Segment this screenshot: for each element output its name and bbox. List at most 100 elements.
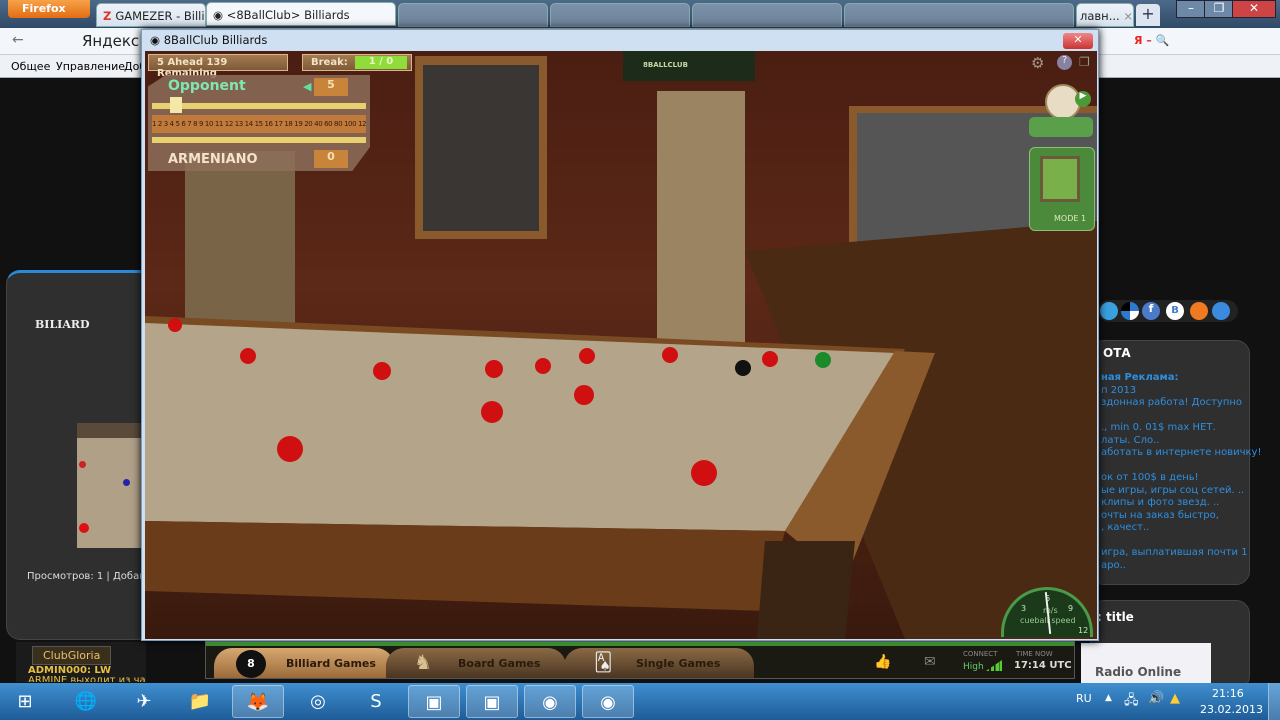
connect-value: High [963,662,984,672]
back-button[interactable]: ← [12,32,24,48]
show-desktop-button[interactable] [1268,683,1280,720]
social-icons: f B [1098,300,1238,322]
popup-close-button[interactable]: ✕ [1063,33,1093,49]
video-panel: BILIARD Просмотров: 1 | Добави [6,270,157,640]
chat-line: ARMINE выходит из чата [28,675,146,682]
taskbar-billiards-icon[interactable]: ◉ [524,685,576,718]
settings-gear-icon[interactable]: ⚙ [1031,54,1044,72]
bookmark-item[interactable]: Управление [56,60,125,73]
score-slider-handle[interactable] [170,97,182,113]
table-felt [145,323,895,531]
mail-icon[interactable]: ✉ [924,654,936,670]
tab-background[interactable] [398,3,548,27]
tab-main[interactable]: лавн... × [1076,3,1134,27]
tab-8ballclub[interactable]: ◉ <8BallClub> Billiards [206,2,396,26]
chat-tab[interactable]: ClubGloria [32,646,112,665]
tab-background[interactable] [692,3,842,27]
billiard-icon: ◉ [150,33,164,47]
eight-ball-icon: 8 [236,650,266,678]
taskbar-app-icon[interactable]: ▣ [408,685,460,718]
show-hidden-icons[interactable]: ▲ [1105,693,1112,703]
radio-widget[interactable]: Radio Online [1081,643,1211,685]
ad-line[interactable]: , качест.. [1101,522,1261,535]
ad-line[interactable]: игра, выплатившая почти 1 [1101,547,1261,560]
windows-taskbar: ⊞ 🌐 ✈ 📁 🦊 ◎ S ▣ ▣ ◉ ◉ RU ▲ 🖧 🔊 ▲ 21:16 2… [0,683,1280,720]
ad-line[interactable]: ., min 0. 01$ max НЕТ. [1101,422,1261,435]
tab-gamezer[interactable]: Z GAMEZER - Billia [96,3,206,27]
clock-date[interactable]: 23.02.2013 [1200,703,1263,716]
ad-line[interactable]: латы. Сло.. [1101,435,1261,448]
arrow-left-icon: ◀ [303,80,312,93]
ad-line[interactable]: аро.. [1101,560,1261,573]
windows-icon[interactable]: ❐ [1079,55,1090,69]
ad-line[interactable]: очты на заказ быстро, [1101,510,1261,523]
taskbar-folder-icon[interactable]: 📁 [174,685,226,718]
game-bottom-bar: 8 Billiard Games ♞ Board Games 🂡 Single … [205,641,1075,679]
score-slider-top [152,103,366,109]
google-drive-icon[interactable]: ▲ [1170,691,1180,706]
taskbar-globe-icon[interactable]: 🌐 [60,685,112,718]
green-ball [815,352,831,368]
taskbar-app-icon[interactable]: ✈ [118,685,170,718]
ad-line [1101,410,1261,423]
tab-background[interactable] [550,3,690,27]
tab-background[interactable] [844,3,1074,27]
bookmark-item[interactable]: Общее [11,60,50,73]
table-mode-panel[interactable]: MODE 1 [1029,147,1095,231]
tab-label: GAMEZER - Billia [115,9,206,23]
view-toggle[interactable] [1029,117,1093,137]
vkontakte-icon[interactable]: B [1166,302,1184,320]
break-indicator: Break: 1 / 0 [302,54,412,71]
taskbar-skype-icon[interactable]: S [350,685,402,718]
ad-line[interactable]: клипы и фото звезд. .. [1101,497,1261,510]
gauge-unit: m/s [1043,606,1058,615]
taskbar-billiards-icon[interactable]: ◉ [582,685,634,718]
twitter-icon[interactable] [1100,302,1118,320]
facebook-icon[interactable]: f [1142,302,1160,320]
break-label: Break: [311,57,348,68]
gauge-tick: 3 [1021,604,1027,613]
ad-line[interactable]: аботать в интернете новичку! [1101,447,1261,460]
score-scale: 1 2 3 4 5 6 7 8 9 10 11 12 13 14 15 16 1… [152,115,366,133]
ad-panel: ОТА ная Реклама: п 2013 здонная работа! … [1090,340,1261,585]
stone-pillar-center [657,91,745,361]
restore-button[interactable]: ❐ [1204,0,1234,18]
ad-line[interactable]: ок от 100$ в день! [1101,472,1261,485]
new-tab-button[interactable]: + [1136,4,1160,26]
tab-single-games[interactable]: 🂡 Single Games [564,648,754,678]
minimize-button[interactable]: – [1176,0,1206,18]
tab-billiard-games[interactable]: 8 Billiard Games [214,648,394,678]
clock-time[interactable]: 21:16 [1212,687,1244,700]
ad-line[interactable]: ная Реклама: [1101,372,1261,385]
language-indicator[interactable]: RU [1076,692,1092,705]
taskbar-firefox-icon[interactable]: 🦊 [232,685,284,718]
tab-label: Board Games [458,657,541,670]
ad-line[interactable]: здонная работа! Доступно [1101,397,1261,410]
close-tab-icon[interactable]: × [1123,9,1133,23]
game-canvas[interactable]: 5 Ahead 139 Remaining Break: 1 / 0 Oppon… [145,51,1097,639]
corner-pocket [757,541,855,639]
close-window-button[interactable]: ✕ [1232,0,1276,18]
table-mini-icon [1040,156,1080,202]
help-icon[interactable]: ? [1057,55,1072,70]
taskbar-app-icon[interactable]: ▣ [466,685,518,718]
firefox-menu-button[interactable]: Firefox [8,0,90,18]
network-icon[interactable]: 🖧 [1124,691,1139,713]
start-button[interactable]: ⊞ [0,685,50,718]
thumbs-up-icon[interactable]: 👍 [874,654,891,670]
taskbar-chrome-icon[interactable]: ◎ [292,685,344,718]
chat-panel: ClubGloria ADMIN000: LW ARMINE выходит и… [16,642,146,682]
sitemap-icon[interactable] [1212,302,1230,320]
play-next-icon[interactable]: ▶ [1075,91,1091,107]
tab-board-games[interactable]: ♞ Board Games [386,648,566,678]
ad-line [1101,535,1261,548]
rss-icon[interactable] [1190,302,1208,320]
title-panel: : title Radio Online [1081,600,1250,690]
yandex-search-icon[interactable]: Я – 🔍 [1134,34,1169,47]
ad-line[interactable]: ые игры, игры соц сетей. .. [1101,485,1261,498]
ad-header: ОТА [1103,346,1131,360]
volume-icon[interactable]: 🔊 [1148,691,1164,706]
poster-left [423,65,539,231]
livejournal-icon[interactable] [1121,302,1139,320]
popup-title: ◉ 8BallClub Billiards [150,33,268,47]
